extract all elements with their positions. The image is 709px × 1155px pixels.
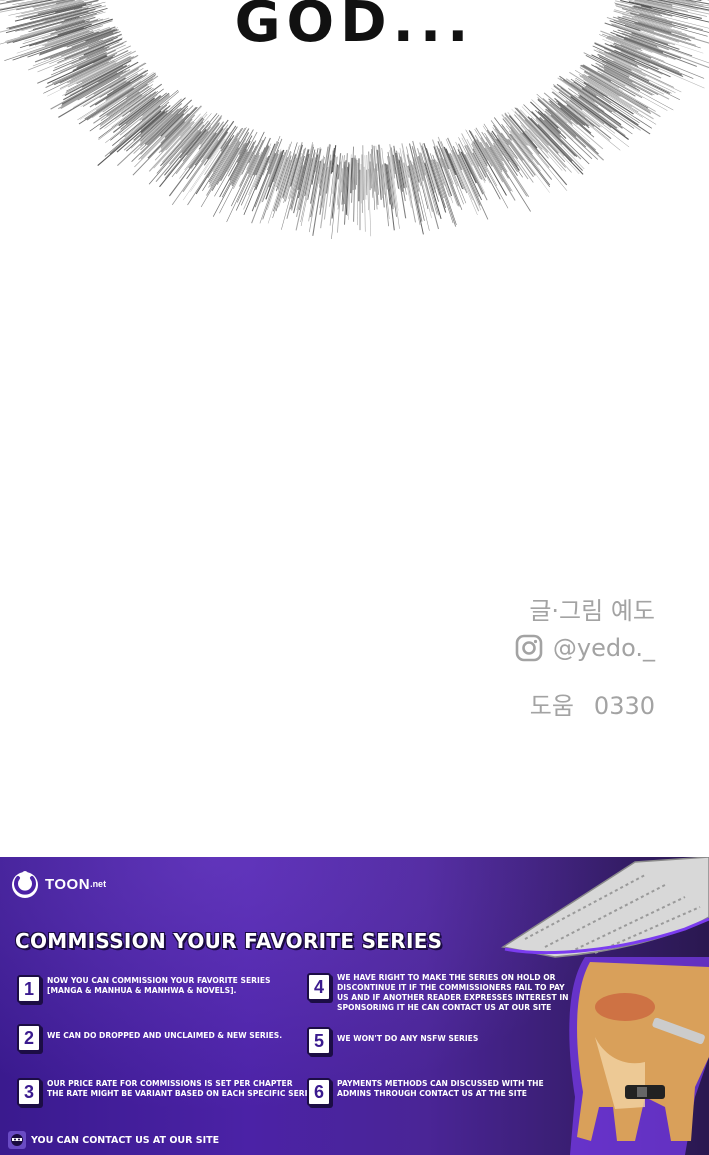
credits: 글·그림 예도 @yedo._ 도움 0330 (515, 596, 655, 721)
banner-title: COMMISSION YOUR FAVORITE SERIES (15, 929, 443, 953)
ninja-icon (8, 1131, 26, 1149)
footer-text: YOU CAN CONTACT US AT OUR SITE (31, 1134, 220, 1146)
assist-label: 도움 (529, 692, 574, 720)
credit-instagram: @yedo._ (515, 633, 655, 663)
logo-text: TOON (45, 875, 91, 893)
commission-banner: TOON .net COMMISSION YOUR FAVORITE SERIES… (0, 857, 709, 1155)
item-text: NOW YOU CAN COMMISSION YOUR FAVORITE SER… (47, 976, 271, 995)
commission-item: 2 WE CAN DO DROPPED AND UNCLAIMED & NEW … (17, 1024, 282, 1052)
item-text: WE CAN DO DROPPED AND UNCLAIMED & NEW SE… (47, 1031, 283, 1040)
item-number: 4 (307, 973, 331, 1001)
mascot-dog-illustration (501, 857, 709, 1155)
credit-assist: 도움 0330 (515, 691, 655, 721)
item-number: 6 (307, 1078, 331, 1106)
credit-writer: 글·그림 예도 (529, 597, 655, 625)
commission-item: 3 OUR PRICE RATE FOR COMMISSIONS IS SET … (17, 1078, 318, 1106)
item-number: 1 (17, 975, 41, 1003)
logo-suffix: .net (90, 879, 107, 889)
commission-item: 1 NOW YOU CAN COMMISSION YOUR FAVORITE S… (17, 975, 271, 1003)
commission-item: 5 WE WON'T DO ANY NSFW SERIES (307, 1027, 478, 1055)
contact-footer[interactable]: YOU CAN CONTACT US AT OUR SITE (8, 1131, 219, 1149)
speech-text: GOD... (234, 0, 475, 55)
item-text: OUR PRICE RATE FOR COMMISSIONS IS SET PE… (47, 1079, 319, 1098)
item-number: 5 (307, 1027, 331, 1055)
item-text: WE WON'T DO ANY NSFW SERIES (337, 1034, 479, 1043)
comic-panel: GOD... 글·그림 예도 @yedo._ 도움 0330 (0, 0, 709, 857)
item-number: 3 (17, 1078, 41, 1106)
assist-name: 0330 (593, 692, 655, 720)
page: GOD... 글·그림 예도 @yedo._ 도움 0330 TOON .net… (0, 0, 709, 1155)
toon-logo-icon (12, 871, 38, 898)
instagram-icon (515, 634, 543, 662)
speech-burst (0, 0, 709, 240)
item-number: 2 (17, 1024, 41, 1052)
instagram-handle: @yedo._ (552, 634, 655, 662)
toon-logo[interactable]: TOON .net (10, 869, 106, 899)
